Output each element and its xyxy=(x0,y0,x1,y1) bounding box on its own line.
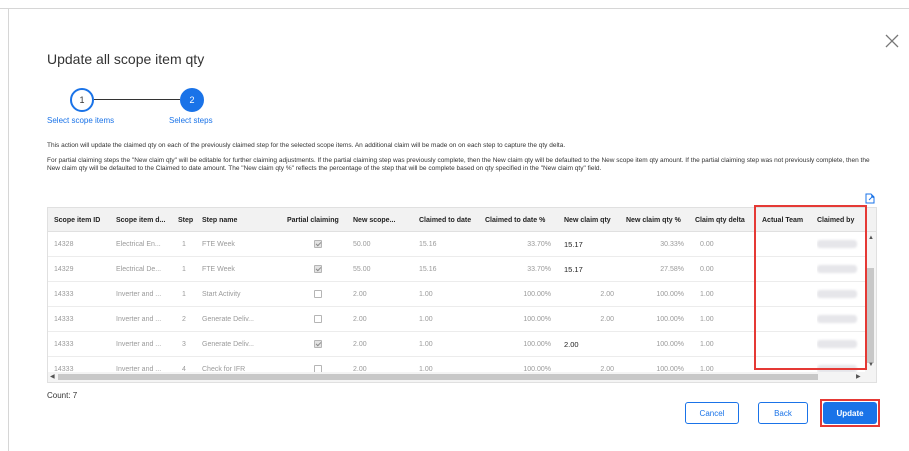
partial-claiming-checkbox xyxy=(314,282,326,306)
new-claim-qty-input[interactable]: 15.17 xyxy=(564,257,620,281)
cell-new-scope: 2.00 xyxy=(353,340,367,348)
partial-claiming-checkbox xyxy=(314,307,326,331)
cancel-button[interactable]: Cancel xyxy=(685,402,739,424)
cell-new-claim-qty-pct: 100.00% xyxy=(656,340,684,348)
cell-scope-item-id: 14329 xyxy=(54,265,74,273)
table-row[interactable]: 14333 Inverter and ... 2 Generate Deliv.… xyxy=(48,307,866,332)
column-header-step[interactable]: Step xyxy=(178,208,198,232)
column-header-new-claim-qty[interactable]: New claim qty xyxy=(564,208,620,232)
table-row[interactable]: 14333 Inverter and ... 3 Generate Deliv.… xyxy=(48,332,866,357)
cell-scope-item-desc: Inverter and ... xyxy=(116,290,162,298)
column-header-claim-qty-delta[interactable]: Claim qty delta xyxy=(695,208,753,232)
column-header-claimed-to-date-pct[interactable]: Claimed to date % xyxy=(485,208,559,232)
cell-step-name: Start Activity xyxy=(202,290,241,298)
cell-claimed-to-date: 15.16 xyxy=(419,240,437,248)
cell-step: 1 xyxy=(182,240,186,248)
cell-claimed-to-date: 1.00 xyxy=(419,315,433,323)
cell-new-claim-qty: 2.00 xyxy=(600,290,614,298)
cell-scope-item-id: 14333 xyxy=(54,315,74,323)
cell-claim-qty-delta: 0.00 xyxy=(700,265,714,273)
actual-team-highlight xyxy=(754,205,867,370)
column-header-new-claim-qty-pct[interactable]: New claim qty % xyxy=(626,208,690,232)
export-icon[interactable] xyxy=(865,193,875,204)
cell-step: 2 xyxy=(182,315,186,323)
back-button[interactable]: Back xyxy=(758,402,808,424)
cell-scope-item-id: 14333 xyxy=(54,340,74,348)
cell-step-name: Generate Deliv... xyxy=(202,315,255,323)
partial-claiming-checkbox xyxy=(314,332,326,356)
scroll-down-arrow-icon[interactable]: ▼ xyxy=(868,362,874,368)
cell-claimed-to-date: 1.00 xyxy=(419,340,433,348)
cell-scope-item-id: 14333 xyxy=(54,290,74,298)
cell-new-claim-qty-pct: 30.33% xyxy=(660,240,684,248)
description-text-1: This action will update the claimed qty … xyxy=(47,142,566,149)
vertical-scroll-thumb[interactable] xyxy=(867,268,874,363)
horizontal-scroll-thumb[interactable] xyxy=(58,374,818,380)
steps-table: Scope item ID Scope item d... Step Step … xyxy=(47,207,877,383)
cell-new-scope: 55.00 xyxy=(353,265,371,273)
cell-step-name: FTE Week xyxy=(202,240,235,248)
cell-scope-item-desc: Electrical En... xyxy=(116,240,161,248)
dialog-frame-top xyxy=(0,8,909,9)
step-2-indicator[interactable]: 2 xyxy=(180,88,204,112)
table-row[interactable]: 14329 Electrical De... 1 FTE Week 55.00 … xyxy=(48,257,866,282)
new-claim-qty-input[interactable]: 15.17 xyxy=(564,232,620,256)
cell-scope-item-desc: Electrical De... xyxy=(116,265,162,273)
column-header-step-name[interactable]: Step name xyxy=(202,208,272,232)
new-claim-qty-input[interactable]: 2.00 xyxy=(564,332,620,356)
update-button[interactable]: Update xyxy=(823,402,877,424)
dialog-frame-left xyxy=(8,8,9,451)
partial-claiming-checkbox xyxy=(314,232,326,256)
cell-claim-qty-delta: 1.00 xyxy=(700,340,714,348)
cell-new-claim-qty-pct: 100.00% xyxy=(656,290,684,298)
table-row[interactable]: 14333 Inverter and ... 1 Start Activity … xyxy=(48,282,866,307)
dialog-title: Update all scope item qty xyxy=(47,51,205,67)
cell-new-scope: 2.00 xyxy=(353,290,367,298)
scroll-up-arrow-icon[interactable]: ▲ xyxy=(868,235,874,241)
cell-scope-item-desc: Inverter and ... xyxy=(116,315,162,323)
cell-step: 1 xyxy=(182,265,186,273)
cell-new-claim-qty-pct: 100.00% xyxy=(656,315,684,323)
cell-claimed-to-date: 15.16 xyxy=(419,265,437,273)
cell-claimed-to-date-pct: 100.00% xyxy=(523,290,551,298)
cell-new-claim-qty-pct: 27.58% xyxy=(660,265,684,273)
step-2-label[interactable]: Select steps xyxy=(169,116,213,125)
cell-scope-item-desc: Inverter and ... xyxy=(116,340,162,348)
cell-step: 1 xyxy=(182,290,186,298)
cell-scope-item-id: 14328 xyxy=(54,240,74,248)
cell-new-scope: 50.00 xyxy=(353,240,371,248)
column-header-claimed-to-date[interactable]: Claimed to date xyxy=(419,208,479,232)
cell-new-scope: 2.00 xyxy=(353,315,367,323)
row-count: Count: 7 xyxy=(47,391,78,400)
column-header-scope-item-desc[interactable]: Scope item d... xyxy=(116,208,170,232)
table-header: Scope item ID Scope item d... Step Step … xyxy=(48,208,876,232)
close-icon[interactable] xyxy=(884,33,900,49)
horizontal-scrollbar[interactable]: ◀ ▶ xyxy=(48,372,876,382)
partial-claiming-checkbox xyxy=(314,257,326,281)
scroll-right-arrow-icon[interactable]: ▶ xyxy=(856,373,861,380)
column-header-new-scope[interactable]: New scope... xyxy=(353,208,405,232)
cell-claimed-to-date-pct: 33.70% xyxy=(527,265,551,273)
column-header-scope-item-id[interactable]: Scope item ID xyxy=(54,208,110,232)
cell-new-claim-qty: 2.00 xyxy=(600,315,614,323)
step-1-label[interactable]: Select scope items xyxy=(47,116,114,125)
cell-step: 3 xyxy=(182,340,186,348)
stepper-connector xyxy=(94,99,180,100)
cell-claimed-to-date-pct: 100.00% xyxy=(523,340,551,348)
cell-step-name: Generate Deliv... xyxy=(202,340,255,348)
cell-claimed-to-date: 1.00 xyxy=(419,290,433,298)
cell-claim-qty-delta: 1.00 xyxy=(700,290,714,298)
description-text-2: For partial claiming steps the "New clai… xyxy=(47,157,870,172)
cell-claimed-to-date-pct: 33.70% xyxy=(527,240,551,248)
cell-claim-qty-delta: 0.00 xyxy=(700,240,714,248)
cell-step-name: FTE Week xyxy=(202,265,235,273)
step-1-indicator[interactable]: 1 xyxy=(70,88,94,112)
column-header-partial-claiming[interactable]: Partial claiming xyxy=(287,208,349,232)
table-row[interactable]: 14328 Electrical En... 1 FTE Week 50.00 … xyxy=(48,232,866,257)
scroll-left-arrow-icon[interactable]: ◀ xyxy=(50,373,55,380)
cell-claim-qty-delta: 1.00 xyxy=(700,315,714,323)
cell-claimed-to-date-pct: 100.00% xyxy=(523,315,551,323)
